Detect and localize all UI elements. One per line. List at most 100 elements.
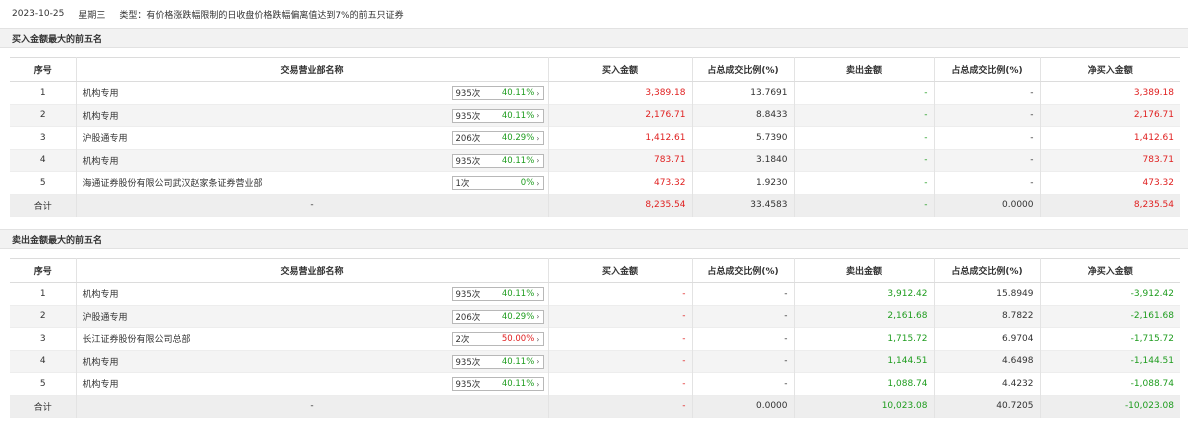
net-buy: 783.71 bbox=[1040, 149, 1180, 172]
sell-ratio: 4.6498 bbox=[934, 350, 1041, 373]
success-rate: 0% bbox=[520, 178, 535, 188]
buy-amount: - bbox=[548, 327, 693, 350]
buy-amount: 473.32 bbox=[548, 171, 693, 194]
dept-stats-badge[interactable]: 935次 40.11% › bbox=[451, 108, 544, 123]
table-row: 5 海通证券股份有限公司武汉赵家条证券营业部 1次 0% › 473.32 1.9230- -… bbox=[10, 171, 1180, 194]
dept-name-cell: 沪股通专用 206次 40.29% › bbox=[76, 305, 549, 328]
table-row: 1 机构专用 935次 40.11% › - -3,912.42 15.8949 -3,912.… bbox=[10, 282, 1180, 305]
row-seq: 1 bbox=[10, 81, 77, 104]
dept-stats-badge[interactable]: 935次 40.11% › bbox=[451, 86, 544, 100]
net-buy: 1,412.61 bbox=[1133, 132, 1174, 143]
dept-name[interactable]: 长江证券股份有限公司总部 bbox=[83, 335, 191, 345]
table-row: 3 长江证券股份有限公司总部 2次 50.00% › - -1,715.72 6.9704 -1… bbox=[10, 327, 1180, 350]
chevron-right-icon: › bbox=[536, 178, 540, 188]
dept-name[interactable]: 沪股通专用 bbox=[83, 313, 128, 323]
appearance-count: 935次 bbox=[455, 156, 481, 167]
dept-stats-badge[interactable]: 935次 40.11% › bbox=[451, 153, 544, 168]
row-seq: 4 bbox=[10, 350, 77, 373]
success-rate: 40.11% bbox=[501, 155, 535, 166]
sell-amount: 2,161.68 bbox=[794, 305, 935, 328]
chevron-right-icon: › bbox=[536, 289, 540, 299]
net-buy: -1,715.72 bbox=[1130, 333, 1174, 344]
col-net-buy: 净买入金额 bbox=[1040, 258, 1180, 283]
total-buy-ratio: 33.4583 bbox=[692, 194, 795, 217]
dept-name-cell: 机构专用 935次 40.11% › bbox=[76, 104, 549, 127]
appearance-count: 935次 bbox=[455, 89, 481, 99]
sell-ratio: - bbox=[934, 149, 1041, 172]
col-dept: 交易营业部名称 bbox=[76, 258, 549, 283]
sell-ratio: - bbox=[934, 171, 1041, 194]
dept-stats-badge[interactable]: 935次 40.11% › bbox=[451, 377, 544, 391]
dept-name[interactable]: 机构专用 bbox=[83, 380, 119, 390]
dept-name[interactable]: 机构专用 bbox=[83, 89, 119, 99]
dept-stats-badge[interactable]: 2次 50.00% › bbox=[451, 332, 544, 346]
buy-amount: 783.71 bbox=[548, 149, 693, 172]
appearance-count: 935次 bbox=[455, 111, 481, 122]
success-rate: 40.29% bbox=[501, 311, 535, 322]
buy-ratio: - bbox=[692, 327, 795, 350]
success-rate: 40.11% bbox=[501, 379, 535, 389]
col-buy-amount: 买入金额 bbox=[548, 57, 693, 82]
sell-ratio: 4.4232 bbox=[934, 372, 1041, 395]
dept-name[interactable]: 机构专用 bbox=[83, 290, 119, 300]
dept-name[interactable]: 海通证券股份有限公司武汉赵家条证券营业部 bbox=[83, 179, 263, 189]
chevron-right-icon: › bbox=[536, 334, 540, 344]
table-header-row: 序号 交易营业部名称 买入金额 占总成交比例(%) 卖出金额 占总成交比例(%)… bbox=[10, 258, 1180, 283]
dept-stats-badge[interactable]: 935次 40.11% › bbox=[451, 354, 544, 369]
total-net-buy: 8,235.54 bbox=[1040, 194, 1180, 217]
dept-name[interactable]: 机构专用 bbox=[83, 112, 119, 122]
col-buy-amount: 买入金额 bbox=[548, 258, 693, 283]
col-net-buy: 净买入金额 bbox=[1040, 57, 1180, 82]
sell-ratio: 6.9704 bbox=[934, 327, 1041, 350]
dept-stats-badge[interactable]: 206次 40.29% › bbox=[451, 131, 544, 145]
sell-amount: - bbox=[794, 126, 935, 149]
buy-amount: - bbox=[548, 372, 693, 395]
dept-name[interactable]: 沪股通专用 bbox=[83, 134, 128, 144]
dept-stats-badge[interactable]: 206次 40.29% › bbox=[451, 309, 544, 324]
buy-ratio: 5.7390 bbox=[692, 126, 795, 149]
row-seq: 5 bbox=[10, 171, 77, 194]
chevron-right-icon: › bbox=[536, 156, 540, 165]
row-seq: 2 bbox=[10, 305, 77, 328]
col-sell-ratio: 占总成交比例(%) bbox=[934, 258, 1041, 283]
row-seq: 2 bbox=[10, 104, 77, 127]
total-dept: - bbox=[76, 395, 549, 418]
total-sell-amount: - bbox=[794, 194, 935, 217]
sell-amount: 3,912.42 bbox=[794, 282, 935, 305]
buy-ratio: 3.1840 bbox=[692, 149, 795, 172]
dept-name-cell: 机构专用 935次 40.11% › bbox=[76, 282, 549, 305]
total-net-buy: -10,023.08 bbox=[1040, 395, 1180, 418]
list-type: 类型：有价格涨跌幅限制的日收盘价格跌幅偏离值达到7%的前五只证券 bbox=[119, 10, 404, 21]
chevron-right-icon: › bbox=[536, 111, 540, 120]
appearance-count: 206次 bbox=[455, 134, 481, 144]
dept-name[interactable]: 机构专用 bbox=[83, 157, 119, 167]
net-buy: -2,161.68 bbox=[1040, 305, 1180, 328]
table-row: 1 机构专用 935次 40.11% › 3,389.18 13.7691- -3,389.1… bbox=[10, 81, 1180, 104]
total-sell-ratio: 0.0000 bbox=[934, 194, 1041, 217]
table-row: 3 沪股通专用 206次 40.29% › 1,412.61 5.7390- -1,412.6… bbox=[10, 126, 1180, 149]
col-buy-ratio: 占总成交比例(%) bbox=[692, 57, 795, 82]
buy-ratio: - bbox=[692, 350, 795, 373]
total-label: 合计 bbox=[10, 194, 77, 217]
net-buy: -3,912.42 bbox=[1130, 288, 1174, 299]
total-buy-amount: 8,235.54 bbox=[548, 194, 693, 217]
sell-ratio: 8.7822 bbox=[934, 305, 1041, 328]
buy-ratio: - bbox=[692, 282, 795, 305]
dept-name-cell: 机构专用 935次 40.11% › bbox=[76, 149, 549, 172]
buy-amount: - bbox=[548, 305, 693, 328]
chevron-right-icon: › bbox=[536, 357, 540, 366]
table-row: 4 机构专用 935次 40.11% › 783.71 3.1840- -783.71 bbox=[10, 149, 1180, 172]
dept-stats-badge[interactable]: 1次 0% › bbox=[451, 176, 544, 190]
sell-ratio: - bbox=[934, 81, 1041, 104]
sell-amount: - bbox=[794, 171, 935, 194]
dept-stats-badge[interactable]: 935次 40.11% › bbox=[451, 287, 544, 301]
dept-name-cell: 机构专用 935次 40.11% › bbox=[76, 350, 549, 373]
appearance-count: 935次 bbox=[455, 357, 481, 368]
appearance-count: 935次 bbox=[455, 290, 481, 300]
buy-ratio: - bbox=[692, 372, 795, 395]
dept-name-cell: 海通证券股份有限公司武汉赵家条证券营业部 1次 0% › bbox=[76, 171, 549, 194]
dept-name[interactable]: 机构专用 bbox=[83, 358, 119, 368]
table-row: 2 机构专用 935次 40.11% › 2,176.71 8.8433- -2,176.71 bbox=[10, 104, 1180, 127]
buy-ratio: 8.8433 bbox=[692, 104, 795, 127]
info-bar: 2023-10-25 星期三 类型：有价格涨跌幅限制的日收盘价格跌幅偏离值达到7… bbox=[0, 0, 1188, 28]
